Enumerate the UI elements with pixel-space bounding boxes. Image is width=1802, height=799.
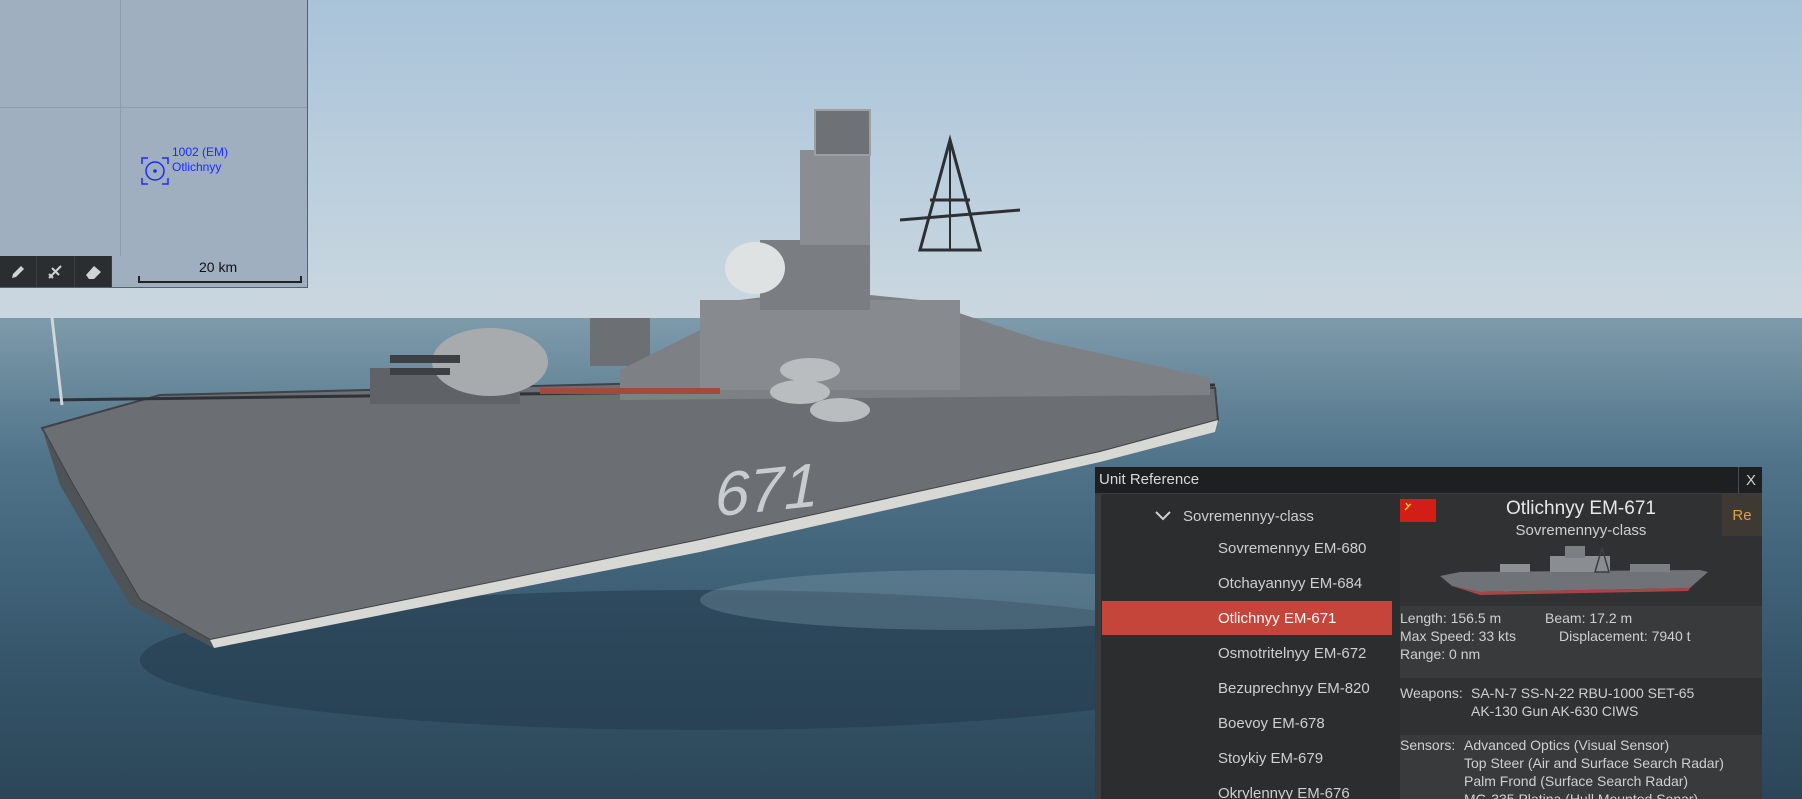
tree-item[interactable]: Otchayannyy EM-684 <box>1102 566 1392 600</box>
tree-item-selected[interactable]: Otlichnyy EM-671 <box>1102 601 1392 635</box>
sensor-item: Advanced Optics (Visual Sensor) <box>1464 737 1670 753</box>
grid-line <box>0 107 307 108</box>
tree-item[interactable]: Sovremennyy EM-680 <box>1102 531 1392 565</box>
unit-class: Sovremennyy-class <box>1515 522 1647 539</box>
sensors-label: Sensors: <box>1400 737 1456 753</box>
ship-thumbnail <box>1440 545 1708 595</box>
weapons-label: Weapons: <box>1400 685 1463 701</box>
unit-tree[interactable]: Sovremennyy-class Sovremennyy EM-680 Otc… <box>1095 494 1400 799</box>
eraser-icon <box>85 265 101 279</box>
tree-item[interactable]: Boevoy EM-678 <box>1102 706 1392 740</box>
stat-max-speed: Max Speed: 33 kts <box>1400 628 1516 644</box>
tree-item[interactable]: Osmotritelnyy EM-672 <box>1102 636 1392 670</box>
scrollbar[interactable] <box>1095 494 1101 799</box>
weapons-line: SA-N-7 SS-N-22 RBU-1000 SET-65 <box>1471 685 1695 701</box>
tree-item[interactable]: Bezuprechnyy EM-820 <box>1102 671 1392 705</box>
tree-group-label: Sovremennyy-class <box>1183 507 1314 525</box>
grid-line <box>120 0 121 256</box>
close-button[interactable]: X <box>1738 467 1763 493</box>
unit-label[interactable]: 1002 (EM) Otlichnyy <box>172 145 228 175</box>
sensor-item: Top Steer (Air and Surface Search Radar) <box>1464 755 1724 771</box>
hull-number: 671 <box>715 450 819 531</box>
panel-header[interactable]: Unit Reference X <box>1095 467 1762 494</box>
unit-marker-icon[interactable] <box>140 156 170 186</box>
chevron-down-icon <box>1155 511 1171 521</box>
stat-beam: Beam: 17.2 m <box>1545 610 1633 626</box>
pencil-tool-button[interactable] <box>0 256 38 287</box>
scale-bar <box>138 276 302 283</box>
unit-sensors: Sensors: Advanced Optics (Visual Sensor)… <box>1400 735 1762 799</box>
unit-name: Otlichnyy EM-671 <box>1506 498 1656 519</box>
unit-reference-panel: Unit Reference X Sovremennyy-class Sovre… <box>1095 467 1762 799</box>
tree-item[interactable]: Stoykiy EM-679 <box>1102 741 1392 775</box>
tree-group-sovremennyy[interactable]: Sovremennyy-class <box>1155 502 1314 530</box>
sensor-item: Palm Frond (Surface Search Radar) <box>1464 773 1689 789</box>
aircraft-icon <box>48 264 63 279</box>
weapons-line: AK-130 Gun AK-630 CIWS <box>1471 703 1639 719</box>
map-toolbar <box>0 256 112 287</box>
sensor-item: MG-335 Platina (Hull Mounted Sonar) <box>1464 791 1699 799</box>
scale-label: 20 km <box>199 259 238 275</box>
unit-label-name: Otlichnyy <box>172 160 222 174</box>
unit-detail: Otlichnyy EM-671 Sovremennyy-class Re Le… <box>1400 494 1762 799</box>
stat-range: Range: 0 nm <box>1400 646 1481 662</box>
unit-stats: Length: 156.5 m Beam: 17.2 m Max Speed: … <box>1400 606 1762 678</box>
reference-tab[interactable]: Re <box>1722 494 1762 536</box>
pencil-icon <box>12 265 25 278</box>
unit-weapons: Weapons: SA-N-7 SS-N-22 RBU-1000 SET-65 … <box>1400 681 1762 733</box>
tree-item[interactable]: Okrylennyy EM-676 <box>1102 776 1392 799</box>
unit-label-id: 1002 (EM) <box>172 145 229 159</box>
stat-displacement: Displacement: 7940 t <box>1559 628 1691 644</box>
eraser-tool-button[interactable] <box>75 256 112 287</box>
aircraft-tool-button[interactable] <box>37 256 75 287</box>
minimap[interactable]: 1002 (EM) Otlichnyy 20 km <box>0 0 308 288</box>
panel-title: Unit Reference <box>1099 471 1200 488</box>
stat-length: Length: 156.5 m <box>1400 610 1502 626</box>
